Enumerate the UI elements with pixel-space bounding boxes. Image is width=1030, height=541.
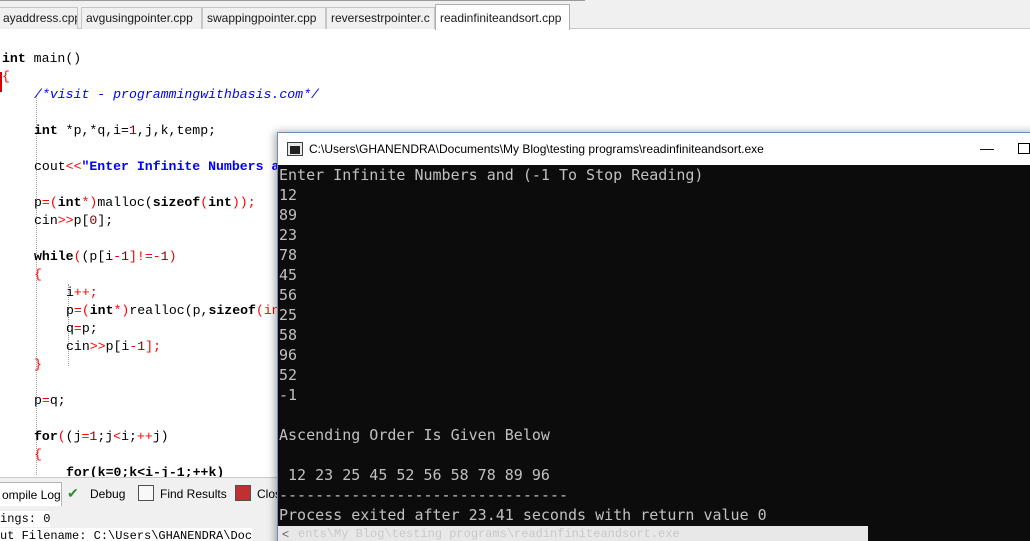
tab-debug[interactable]: ✔ Debug <box>64 482 130 506</box>
console-line: Process exited after 23.41 seconds with … <box>279 506 767 524</box>
scroll-ghost-text: ents\My Blog\testing programs\readinfini… <box>298 527 680 541</box>
tab-compile-log-label: ompile Log <box>2 488 61 502</box>
code-line: cin>>p[0]; <box>34 213 114 228</box>
console-line: 56 <box>279 286 298 304</box>
code-line: q=p; <box>66 321 98 336</box>
code-line: p=q; <box>34 393 66 408</box>
console-app-icon <box>287 142 303 156</box>
console-line: 78 <box>279 246 298 264</box>
code-line: cin>>p[i-1]; <box>66 339 161 354</box>
console-line: 89 <box>279 206 298 224</box>
console-line: 25 <box>279 306 298 324</box>
code-comment: /*visit - programmingwithbasis.com*/ <box>34 87 319 102</box>
tab-reversestrpointer[interactable]: reversestrpointer.c <box>326 7 435 29</box>
code-line: for(k=0;k<i-j-1;++k) <box>66 465 225 477</box>
code-line: p=(int*)malloc(sizeof(int)); <box>34 195 256 210</box>
tab-find-results-label: Find Results <box>160 487 227 501</box>
tab-swappingpointer[interactable]: swappingpointer.cpp <box>202 7 326 29</box>
compile-log-filename: ut Filename: C:\Users\GHANENDRA\Doc <box>0 528 253 541</box>
tab-find-results[interactable]: Find Results <box>136 482 228 506</box>
scroll-left-icon[interactable]: < <box>282 527 289 541</box>
console-title: C:\Users\GHANENDRA\Documents\My Blog\tes… <box>309 142 764 156</box>
console-line: 12 23 25 45 52 56 58 78 89 96 <box>279 466 550 484</box>
maximize-button[interactable] <box>1018 143 1030 154</box>
tab-ayaddress[interactable]: ayaddress.cpp <box>0 7 78 29</box>
console-line: Ascending Order Is Given Below <box>279 426 550 444</box>
find-results-icon <box>138 485 154 501</box>
editor-tab-bar: ayaddress.cpp avgusingpointer.cpp swappi… <box>0 0 1030 30</box>
console-line: 96 <box>279 346 298 364</box>
code-line: } <box>34 357 42 372</box>
code-line: i++; <box>66 285 98 300</box>
close-results-icon <box>235 485 251 501</box>
code-line: int main() <box>2 51 82 66</box>
minimize-button[interactable]: — <box>964 135 1010 163</box>
tab-readinfiniteandsort[interactable]: readinfiniteandsort.cpp <box>435 4 570 30</box>
code-line: while((p[i-1]!=-1) <box>34 249 177 264</box>
tab-close[interactable]: Clos <box>233 482 281 506</box>
code-line: { <box>34 447 42 462</box>
console-line: -------------------------------- <box>279 486 568 504</box>
tab-avgusingpointer[interactable]: avgusingpointer.cpp <box>81 7 202 29</box>
code-line: p=(int*)realloc(p,sizeof(in <box>66 303 280 318</box>
console-line: 23 <box>279 226 298 244</box>
console-horizontal-scrollbar[interactable]: < ents\My Blog\testing programs\readinfi… <box>278 526 868 541</box>
checkmark-icon: ✔ <box>67 485 79 501</box>
console-line: 12 <box>279 186 298 204</box>
code-line: { <box>34 267 42 282</box>
console-line: -1 <box>279 386 298 404</box>
console-line: Enter Infinite Numbers and (-1 To Stop R… <box>279 166 704 184</box>
console-window[interactable]: C:\Users\GHANENDRA\Documents\My Blog\tes… <box>277 132 1030 541</box>
console-output: Enter Infinite Numbers and (-1 To Stop R… <box>278 165 1030 541</box>
console-titlebar[interactable]: C:\Users\GHANENDRA\Documents\My Blog\tes… <box>278 133 1030 165</box>
tab-compile-log[interactable]: ompile Log <box>0 482 62 506</box>
tab-debug-label: Debug <box>90 487 126 501</box>
console-line: 58 <box>279 326 298 344</box>
tab-bar-border <box>0 0 585 1</box>
console-line: 45 <box>279 266 298 284</box>
code-line: cout<<"Enter Infinite Numbers a <box>34 159 280 174</box>
indent-guide <box>36 95 37 475</box>
compile-log-warnings: ings: 0 <box>0 511 51 527</box>
code-line: { <box>2 69 10 84</box>
code-line: int *p,*q,i=1,j,k,temp; <box>34 123 217 138</box>
console-line: 52 <box>279 366 298 384</box>
code-line: for((j=1;j<i;++j) <box>34 429 169 444</box>
